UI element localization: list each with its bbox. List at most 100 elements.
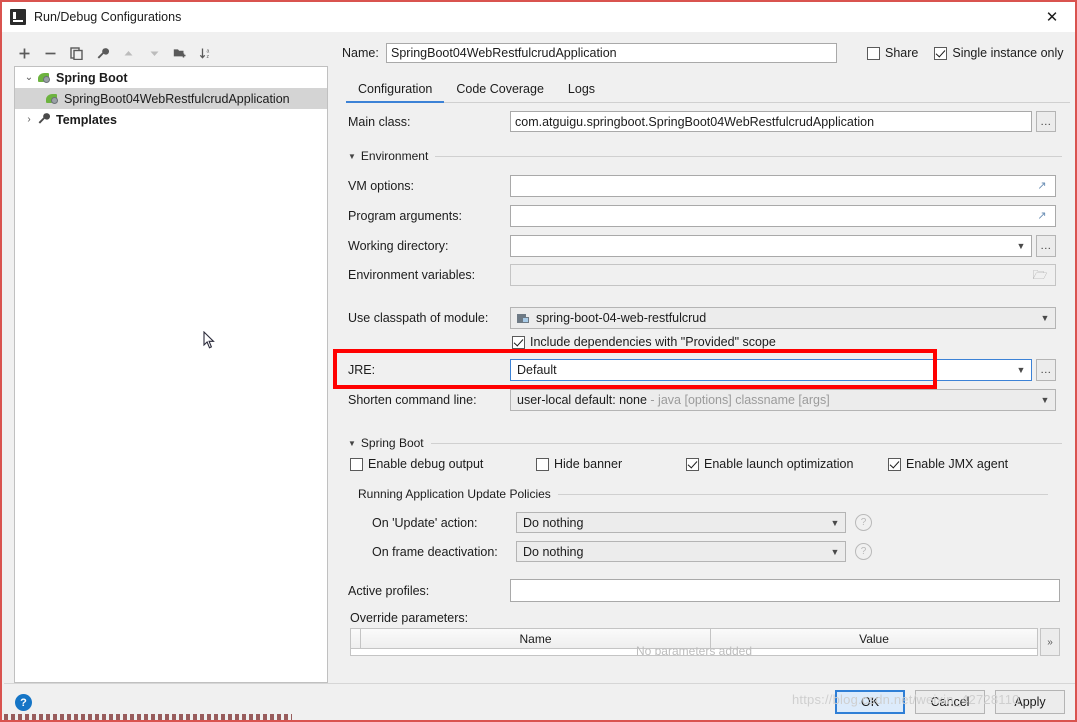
copy-button[interactable] [64, 42, 88, 64]
checkbox-box[interactable] [686, 457, 699, 471]
spring-boot-section-title: Spring Boot [360, 436, 424, 450]
ok-button[interactable]: OK [835, 690, 905, 714]
working-directory-combo[interactable]: ▼ [510, 235, 1032, 257]
on-update-action-row: On 'Update' action: Do nothing ▼ ? [372, 512, 872, 533]
environment-section-header[interactable]: ▼ Environment [348, 149, 1062, 163]
share-checkbox[interactable]: Share [867, 46, 918, 60]
new-folder-button[interactable] [168, 42, 192, 64]
configurations-tree[interactable]: ⌄ Spring Boot SpringBoot04WebRestfulcrud… [14, 66, 328, 683]
chevron-down-icon[interactable]: ▼ [827, 518, 843, 528]
name-input[interactable]: SpringBoot04WebRestfulcrudApplication [386, 43, 837, 63]
environment-section-title: Environment [360, 149, 429, 163]
checkbox-box[interactable] [888, 457, 901, 471]
tree-item-spring-boot[interactable]: ⌄ Spring Boot [15, 67, 327, 88]
move-down-button[interactable] [142, 42, 166, 64]
intellij-idea-icon [10, 9, 26, 25]
spring-boot-section-header[interactable]: ▼ Spring Boot [348, 436, 1062, 450]
shorten-command-line-label: Shorten command line: [348, 393, 477, 407]
edit-templates-wrench-button[interactable] [90, 42, 114, 64]
tab-code-coverage[interactable]: Code Coverage [444, 79, 556, 103]
shorten-command-line-row: Shorten command line: user-local default… [348, 389, 1066, 411]
table-body[interactable]: Name Value No parameters added [350, 628, 1038, 656]
vm-options-row: VM options: ↗ [348, 175, 1066, 197]
jre-label: JRE: [348, 363, 376, 377]
checkbox-box[interactable] [350, 457, 363, 471]
single-instance-only-checkbox[interactable]: Single instance only [934, 46, 1064, 60]
use-classpath-of-module-row: Use classpath of module: spring-boot-04-… [348, 307, 1066, 329]
active-profiles-input[interactable] [510, 579, 1060, 602]
checkbox-box[interactable] [934, 46, 948, 60]
program-arguments-input[interactable]: ↗ [510, 205, 1056, 227]
chevron-down-icon[interactable]: ▼ [1013, 365, 1029, 375]
checkbox-box[interactable] [536, 457, 549, 471]
expand-icon[interactable]: ↗ [1033, 206, 1051, 226]
apply-button[interactable]: Apply [995, 690, 1065, 714]
folder-icon[interactable]: 🗁 [1029, 266, 1051, 285]
tree-item-templates[interactable]: › Templates [15, 109, 327, 130]
environment-variables-input[interactable]: 🗁 [510, 264, 1056, 286]
main-class-row: Main class: com.atguigu.springboot.Sprin… [348, 111, 1066, 132]
chevron-right-icon[interactable]: › [21, 114, 37, 125]
shorten-command-line-combo[interactable]: user-local default: none - java [options… [510, 389, 1056, 411]
main-class-browse-button[interactable]: ... [1036, 111, 1056, 132]
main-class-input[interactable]: com.atguigu.springboot.SpringBoot04WebRe… [510, 111, 1032, 132]
jre-browse-button[interactable]: ... [1036, 359, 1056, 381]
chevron-down-icon[interactable]: ▼ [1037, 395, 1053, 405]
expand-icon[interactable]: ↗ [1033, 176, 1051, 196]
jre-value: Default [517, 363, 557, 377]
on-update-action-label: On 'Update' action: [372, 515, 478, 530]
chevron-down-icon[interactable]: ▼ [827, 547, 843, 557]
window-title: Run/Debug Configurations [34, 10, 182, 24]
enable-jmx-agent-label: Enable JMX agent [906, 457, 1009, 471]
hide-banner-checkbox[interactable]: Hide banner [536, 457, 622, 471]
jre-row: JRE: Default ▼ ... [348, 359, 1066, 381]
tree-item-springboot04webrestfulcrudapplication[interactable]: SpringBoot04WebRestfulcrudApplication [15, 88, 327, 109]
checkbox-box[interactable] [512, 335, 525, 349]
triangle-down-icon[interactable]: ▼ [348, 152, 356, 161]
close-icon[interactable]: ✕ [1029, 2, 1075, 32]
use-classpath-of-module-combo[interactable]: spring-boot-04-web-restfulcrud ▼ [510, 307, 1056, 329]
update-policies-title: Running Application Update Policies [358, 487, 551, 501]
sort-alphabetically-button[interactable]: a z [194, 42, 218, 64]
enable-launch-optimization-checkbox[interactable]: Enable launch optimization [686, 457, 853, 471]
use-classpath-of-module-label: Use classpath of module: [348, 311, 489, 325]
checkbox-box[interactable] [867, 46, 880, 60]
enable-debug-output-checkbox[interactable]: Enable debug output [350, 457, 483, 471]
help-icon[interactable]: ? [855, 514, 872, 531]
on-frame-deactivation-combo[interactable]: Do nothing ▼ [516, 541, 846, 562]
table-empty-text: No parameters added [635, 644, 753, 656]
add-button[interactable] [12, 42, 36, 64]
chevron-down-icon[interactable]: ▼ [1037, 313, 1053, 323]
spring-boot-icon [37, 70, 52, 85]
tree-item-label: Templates [56, 112, 117, 127]
triangle-down-icon[interactable]: ▼ [348, 439, 356, 448]
working-directory-browse-button[interactable]: ... [1036, 235, 1056, 257]
svg-text:z: z [207, 54, 210, 60]
on-frame-deactivation-row: On frame deactivation: Do nothing ▼ ? [372, 541, 872, 562]
enable-debug-output-label: Enable debug output [368, 457, 484, 471]
tab-configuration[interactable]: Configuration [346, 79, 445, 103]
chevron-down-icon[interactable]: ▼ [1013, 241, 1029, 251]
remove-button[interactable] [38, 42, 62, 64]
move-up-button[interactable] [116, 42, 140, 64]
name-row: Name: SpringBoot04WebRestfulcrudApplicat… [342, 42, 1072, 64]
run-debug-configurations-dialog: Run/Debug Configurations ✕ a z ⌄ Spring … [0, 0, 1077, 722]
cancel-button[interactable]: Cancel [915, 690, 985, 714]
section-divider [557, 493, 1048, 495]
title-bar: Run/Debug Configurations ✕ [2, 2, 1075, 32]
override-parameters-table[interactable]: Name Value No parameters added » [350, 628, 1060, 656]
help-icon[interactable]: ? [15, 694, 32, 711]
jre-combo[interactable]: Default ▼ [510, 359, 1032, 381]
include-provided-scope-checkbox[interactable]: Include dependencies with "Provided" sco… [512, 335, 776, 349]
on-update-action-combo[interactable]: Do nothing ▼ [516, 512, 846, 533]
update-policies-header: Running Application Update Policies [358, 487, 1048, 501]
table-expand-button[interactable]: » [1040, 628, 1060, 656]
tab-logs[interactable]: Logs [556, 79, 607, 103]
chevron-down-icon[interactable]: ⌄ [21, 72, 37, 83]
enable-jmx-agent-checkbox[interactable]: Enable JMX agent [888, 457, 1008, 471]
program-arguments-label: Program arguments: [348, 209, 462, 223]
active-profiles-label: Active profiles: [348, 583, 430, 598]
help-icon[interactable]: ? [855, 543, 872, 560]
include-provided-scope-label: Include dependencies with "Provided" sco… [530, 335, 776, 349]
vm-options-input[interactable]: ↗ [510, 175, 1056, 197]
